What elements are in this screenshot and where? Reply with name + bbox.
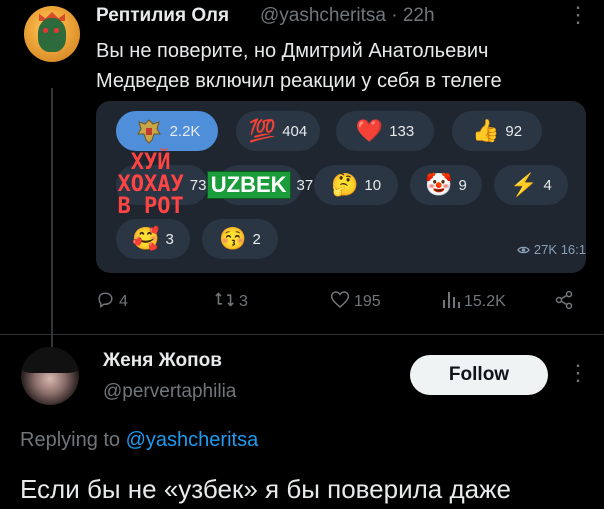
- kiss-face-emoji-icon: 😚: [219, 226, 247, 251]
- text-sticker-emoji-icon: ХУЙ ХОХАУ В РОТ: [117, 150, 184, 219]
- tweet-text: Вы не поверите, но Дмитрий Анатольевич М…: [96, 40, 502, 92]
- thumbs-up-emoji-icon: 👍: [471, 118, 500, 143]
- retweet-action[interactable]: 3: [214, 290, 248, 314]
- reply-author-handle[interactable]: @pervertaphilia: [103, 381, 236, 403]
- share-icon: [554, 290, 574, 315]
- author-handle[interactable]: @yashcheritsa: [260, 5, 386, 26]
- uzbek-sticker-emoji-icon: UZBEK: [206, 171, 291, 199]
- share-action[interactable]: [554, 290, 574, 315]
- reaction-count: 37: [296, 176, 314, 194]
- reaction-thumbs-up[interactable]: 👍 92: [452, 111, 542, 151]
- views-action[interactable]: 15.2K: [442, 290, 506, 314]
- divider: [0, 334, 604, 335]
- tweet-meta: @yashcheritsa · 22h: [260, 5, 435, 27]
- reply-text: Если бы не «узбек» я бы поверила даже: [20, 474, 511, 504]
- thread-connector-line: [51, 88, 53, 358]
- reactions-card: 2.2K 💯 404 ❤️ 133 👍 92 ХУЙ ХОХАУ В РОТ 7…: [96, 101, 586, 273]
- eye-icon: [517, 242, 534, 257]
- like-action[interactable]: 195: [330, 290, 381, 314]
- reply-icon: [96, 290, 115, 314]
- avatar-eye-right: [54, 28, 59, 33]
- reaction-count: 2: [252, 230, 261, 248]
- reaction-heart[interactable]: ❤️ 133: [336, 111, 434, 151]
- reaction-count: 10: [364, 176, 382, 194]
- lightning-emoji-icon: ⚡: [510, 172, 538, 197]
- post-views: 27K 16:1: [517, 242, 586, 257]
- thinking-emoji-icon: 🤔: [330, 172, 359, 197]
- avatar-eye-left: [43, 28, 48, 33]
- reaction-count: 9: [458, 176, 467, 194]
- retweet-count: 3: [239, 293, 248, 310]
- reaction-thinking[interactable]: 🤔 10: [314, 165, 398, 205]
- replying-to-prefix: Replying to: [20, 429, 121, 451]
- follow-button[interactable]: Follow: [410, 355, 548, 395]
- tweet-actions: 4 3 195 15.2K: [96, 290, 586, 314]
- lizard-shape: [38, 18, 66, 52]
- reply-author-avatar[interactable]: [21, 347, 79, 405]
- hearts-face-emoji-icon: 🥰: [132, 226, 160, 251]
- analytics-icon: [442, 290, 460, 314]
- reaction-text-sticker[interactable]: ХУЙ ХОХАУ В РОТ 73: [116, 152, 208, 218]
- avatar-hair-shape: [21, 347, 79, 373]
- reaction-hundred[interactable]: 💯 404: [236, 111, 320, 151]
- hundred-emoji-icon: 💯: [248, 118, 277, 143]
- reply-count: 4: [119, 293, 128, 310]
- like-count: 195: [354, 293, 381, 310]
- reaction-count: 2.2K: [169, 122, 201, 140]
- views-count: 27K: [533, 242, 558, 257]
- reply-action[interactable]: 4: [96, 290, 128, 314]
- reply-author-name[interactable]: Женя Жопов: [103, 350, 222, 372]
- reaction-count: 4: [543, 176, 552, 194]
- replying-to-handle[interactable]: @yashcheritsa: [126, 429, 259, 451]
- heart-icon: [330, 290, 350, 314]
- reaction-count: 73: [189, 176, 207, 194]
- views-count: 15.2K: [464, 293, 506, 310]
- reaction-clown[interactable]: 🤡 9: [410, 165, 482, 205]
- reaction-coat-of-arms[interactable]: 2.2K: [116, 111, 218, 151]
- heart-emoji-icon: ❤️: [355, 118, 384, 143]
- reaction-hearts-face[interactable]: 🥰 3: [116, 219, 190, 259]
- author-name[interactable]: Рептилия Оля: [96, 5, 229, 27]
- coat-of-arms-emoji-icon: [134, 116, 164, 146]
- reaction-count: 133: [389, 122, 415, 140]
- more-vertical-icon[interactable]: ⋮: [567, 2, 589, 28]
- reaction-kiss-face[interactable]: 😚 2: [202, 219, 278, 259]
- retweet-icon: [214, 290, 235, 314]
- meta-separator: ·: [391, 5, 398, 26]
- reaction-count: 3: [165, 230, 174, 248]
- tweet-time[interactable]: 22h: [403, 5, 435, 26]
- reaction-count: 92: [505, 122, 523, 140]
- clown-emoji-icon: 🤡: [425, 172, 453, 197]
- more-vertical-icon[interactable]: ⋮: [567, 360, 589, 386]
- post-time: 16:1: [560, 242, 586, 257]
- author-avatar[interactable]: [24, 6, 80, 62]
- replying-to: Replying to @yashcheritsa: [20, 429, 258, 452]
- reaction-count: 404: [282, 122, 308, 140]
- reaction-uzbek-sticker[interactable]: UZBEK 37: [206, 165, 313, 205]
- reaction-lightning[interactable]: ⚡ 4: [494, 165, 568, 205]
